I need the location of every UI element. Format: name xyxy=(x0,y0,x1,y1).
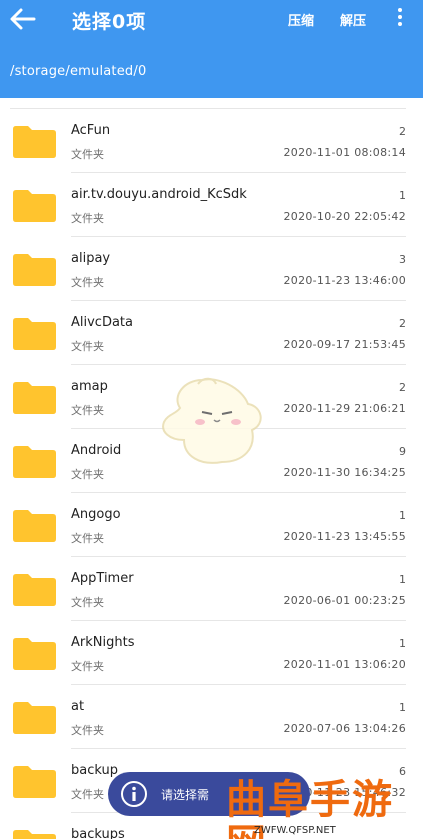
item-count: 1 xyxy=(399,573,406,586)
item-count: 6 xyxy=(399,765,406,778)
item-type: 文件夹 xyxy=(71,596,104,609)
folder-name: amap xyxy=(71,379,108,394)
item-count: 3 xyxy=(399,253,406,266)
list-item[interactable]: Angogo 文件夹 1 2020-11-23 13:45:55 xyxy=(0,493,423,557)
modified-date: 2020-06-01 00:23:25 xyxy=(283,594,406,607)
folder-icon xyxy=(13,574,56,606)
app-bar: 选择0项 压缩 解压 /storage/emulated/0 xyxy=(0,0,423,98)
list-item[interactable]: air.tv.douyu.android_KcSdk 文件夹 1 2020-10-20… xyxy=(0,173,423,237)
folder-name: alipay xyxy=(71,251,111,266)
folder-icon xyxy=(13,382,56,414)
mascot-illustration xyxy=(162,377,262,464)
folder-icon xyxy=(13,318,56,350)
back-arrow-icon[interactable] xyxy=(8,6,36,32)
list-item[interactable]: AppTimer 文件夹 1 2020-06-01 00:23:25 xyxy=(0,557,423,621)
item-count: 9 xyxy=(399,445,406,458)
extract-button[interactable]: 解压 xyxy=(340,10,366,29)
site-watermark: 曲阜手游网 ZWFW.QFSP.NET xyxy=(226,778,416,839)
folder-name: backups xyxy=(71,827,125,839)
more-options-icon[interactable] xyxy=(392,6,408,30)
list-item[interactable]: ArkNights 文件夹 1 2020-11-01 13:06:20 xyxy=(0,621,423,685)
modified-date: 2020-11-29 21:06:21 xyxy=(283,402,406,415)
modified-date: 2020-11-30 16:34:25 xyxy=(283,466,406,479)
item-type: 文件夹 xyxy=(71,788,104,801)
item-type: 文件夹 xyxy=(71,660,104,673)
folder-icon xyxy=(13,510,56,542)
item-count: 1 xyxy=(399,189,406,202)
folder-icon xyxy=(13,254,56,286)
info-icon xyxy=(121,781,147,807)
list-item[interactable]: AlivcData 文件夹 2 2020-09-17 21:53:45 xyxy=(0,301,423,365)
folder-name: Angogo xyxy=(71,507,121,522)
item-type: 文件夹 xyxy=(71,276,104,289)
folder-icon xyxy=(13,446,56,478)
modified-date: 2020-07-06 13:04:26 xyxy=(283,722,406,735)
file-list[interactable]: AcFun 文件夹 2 2020-11-01 08:08:14 air.tv.douyu… xyxy=(0,98,423,839)
folder-name: air.tv.douyu.android_KcSdk xyxy=(71,187,247,202)
modified-date: 2020-11-01 08:08:14 xyxy=(283,146,406,159)
selection-title: 选择0项 xyxy=(72,11,147,33)
watermark-url: ZWFW.QFSP.NET xyxy=(254,825,336,836)
current-path: /storage/emulated/0 xyxy=(10,64,147,79)
item-type: 文件夹 xyxy=(71,212,104,225)
item-type: 文件夹 xyxy=(71,724,104,737)
folder-icon xyxy=(13,766,56,798)
item-type: 文件夹 xyxy=(71,532,104,545)
list-item[interactable]: alipay 文件夹 3 2020-11-23 13:46:00 xyxy=(0,237,423,301)
item-type: 文件夹 xyxy=(71,404,104,417)
folder-icon xyxy=(13,702,56,734)
compress-button[interactable]: 压缩 xyxy=(288,10,314,29)
modified-date: 2020-10-20 22:05:42 xyxy=(283,210,406,223)
folder-icon xyxy=(13,190,56,222)
folder-name: Android xyxy=(71,443,122,458)
item-count: 1 xyxy=(399,509,406,522)
modified-date: 2020-09-17 21:53:45 xyxy=(283,338,406,351)
item-type: 文件夹 xyxy=(71,148,104,161)
folder-icon xyxy=(13,126,56,158)
list-item[interactable]: at 文件夹 1 2020-07-06 13:04:26 xyxy=(0,685,423,749)
folder-name: AlivcData xyxy=(71,315,133,330)
folder-icon xyxy=(13,830,56,839)
item-count: 1 xyxy=(399,637,406,650)
item-count: 1 xyxy=(399,701,406,714)
item-count: 2 xyxy=(399,125,406,138)
modified-date: 2020-11-23 13:45:55 xyxy=(283,530,406,543)
folder-name: ArkNights xyxy=(71,635,135,650)
folder-name: AppTimer xyxy=(71,571,134,586)
item-type: 文件夹 xyxy=(71,340,104,353)
item-type: 文件夹 xyxy=(71,468,104,481)
folder-name: AcFun xyxy=(71,123,111,138)
item-count: 2 xyxy=(399,381,406,394)
modified-date: 2020-11-01 13:06:20 xyxy=(283,658,406,671)
folder-name: backup xyxy=(71,763,118,778)
modified-date: 2020-11-23 13:46:00 xyxy=(283,274,406,287)
item-count: 2 xyxy=(399,317,406,330)
list-item[interactable]: AcFun 文件夹 2 2020-11-01 08:08:14 xyxy=(0,109,423,173)
folder-icon xyxy=(13,638,56,670)
toast-text: 请选择需 xyxy=(161,788,210,802)
folder-name: at xyxy=(71,699,85,714)
